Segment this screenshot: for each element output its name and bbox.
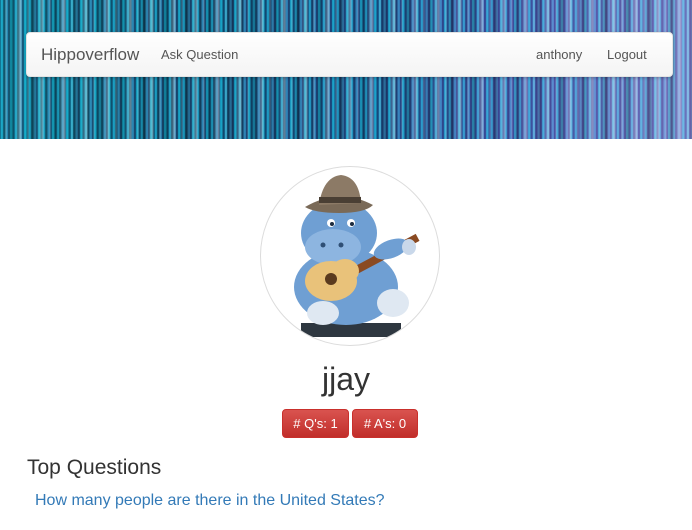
answers-count-button[interactable]: # A's: 0	[352, 409, 418, 438]
hero-banner: Hippoverflow Ask Question anthony Logout	[0, 0, 692, 139]
navbar: Hippoverflow Ask Question anthony Logout	[26, 32, 673, 77]
logout-link[interactable]: Logout	[607, 47, 647, 62]
profile-username: jjay	[321, 361, 370, 397]
top-questions-heading: Top Questions	[27, 456, 162, 479]
question-link[interactable]: How many people are there in the United …	[35, 492, 385, 510]
user-link[interactable]: anthony	[536, 47, 582, 62]
ask-question-link[interactable]: Ask Question	[161, 47, 238, 62]
questions-count-button[interactable]: # Q's: 1	[282, 409, 349, 438]
brand-link[interactable]: Hippoverflow	[41, 45, 139, 65]
avatar	[260, 166, 440, 346]
hippo-guitar-icon	[294, 175, 420, 337]
